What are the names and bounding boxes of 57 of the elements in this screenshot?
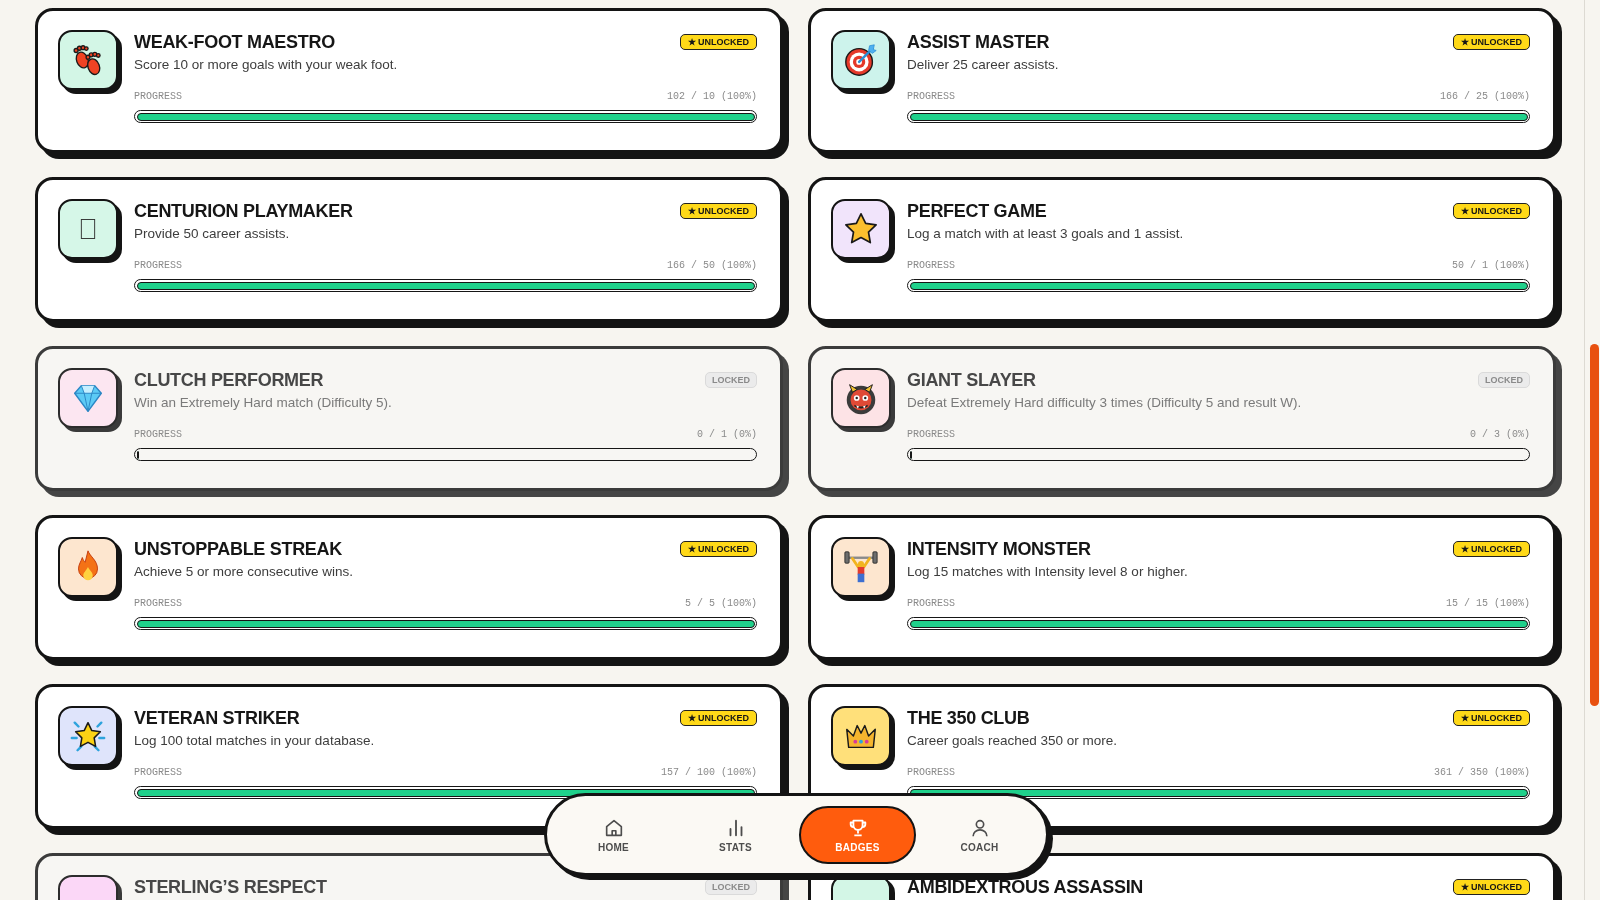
status-tag: LOCKED — [1478, 372, 1530, 388]
achievement-title: CENTURION PLAYMAKER — [134, 200, 353, 222]
status-tag: ★ UNLOCKED — [1452, 203, 1530, 219]
progress-label: PROGRESS — [134, 90, 182, 104]
achievement-title: WEAK-FOOT MAESTRO — [134, 31, 335, 53]
status-tag: ★ UNLOCKED — [1452, 710, 1530, 726]
progress-label: PROGRESS — [907, 766, 955, 780]
status-tag: ★ UNLOCKED — [1452, 34, 1530, 50]
progress-reading: 0 / 3 (0%) — [1470, 428, 1530, 442]
progress-label: PROGRESS — [907, 597, 955, 611]
achievement-title: AMBIDEXTROUS ASSASSIN — [907, 876, 1144, 898]
progress-label: PROGRESS — [907, 259, 955, 273]
achievement-title: INTENSITY MONSTER — [907, 538, 1091, 560]
progress-reading: 15 / 15 (100%) — [1446, 597, 1530, 611]
status-tag: ★ UNLOCKED — [679, 34, 757, 50]
progress-label: PROGRESS — [907, 428, 955, 442]
progress-label: PROGRESS — [907, 90, 955, 104]
achievement-title: GIANT SLAYER — [907, 369, 1036, 391]
progress-reading: 166 / 50 (100%) — [667, 259, 757, 273]
progress-reading: 50 / 1 (100%) — [1452, 259, 1530, 273]
achievement-description: Log a match with at least 3 goals and 1 assist. — [907, 225, 1185, 243]
progress-label: PROGRESS — [134, 428, 182, 442]
nav-tab[interactable]: HOME — [555, 805, 672, 864]
achievement-title: STERLING’S RESPECT — [134, 876, 327, 898]
progress-reading: 361 / 350 (100%) — [1434, 766, 1530, 780]
achievement-description: Score 10 or more goals with your weak foot. — [134, 56, 399, 74]
achievement-title: CLUTCH PERFORMER — [134, 369, 324, 391]
scrollbar-thumb[interactable] — [1590, 344, 1599, 706]
status-tag: LOCKED — [705, 372, 757, 388]
status-tag: ★ UNLOCKED — [1452, 541, 1530, 557]
achievement-title: ASSIST MASTER — [907, 31, 1050, 53]
achievement-description: Log 15 matches with Intensity level 8 or higher. — [907, 563, 1189, 581]
achievement-description: Achieve 5 or more consecutive wins. — [134, 563, 355, 581]
achievement-description: Provide 50 career assists. — [134, 225, 291, 243]
progress-reading: 5 / 5 (100%) — [685, 597, 757, 611]
achievement-title: UNSTOPPABLE STREAK — [134, 538, 342, 560]
status-tag: ★ UNLOCKED — [679, 203, 757, 219]
achievement-description: Win an Extremely Hard match (Difficulty 5). — [134, 394, 393, 412]
achievement-description: Deliver 25 career assists. — [907, 56, 1060, 74]
achievement-title: PERFECT GAME — [907, 200, 1047, 222]
achievement-description: Career goals reached 350 or more. — [907, 732, 1119, 750]
status-tag: ★ UNLOCKED — [679, 541, 757, 557]
achievement-description: Defeat Extremely Hard difficulty 3 times (Difficulty 5 and result W). — [907, 394, 1303, 412]
nav-tab[interactable]: STATS — [677, 805, 794, 864]
progress-reading: 157 / 100 (100%) — [661, 766, 757, 780]
achievement-description: Log 100 total matches in your database. — [134, 732, 376, 750]
status-tag: ★ UNLOCKED — [679, 710, 757, 726]
progress-label: PROGRESS — [134, 766, 182, 780]
progress-label: PROGRESS — [134, 259, 182, 273]
achievement-title: VETERAN STRIKER — [134, 707, 300, 729]
nav-tab[interactable]: COACH — [921, 805, 1038, 864]
progress-reading: 0 / 1 (0%) — [697, 428, 757, 442]
progress-label: PROGRESS — [134, 597, 182, 611]
status-tag: ★ UNLOCKED — [1452, 879, 1530, 895]
progress-reading: 102 / 10 (100%) — [667, 90, 757, 104]
achievement-title: THE 350 CLUB — [907, 707, 1030, 729]
progress-reading: 166 / 25 (100%) — [1440, 90, 1530, 104]
